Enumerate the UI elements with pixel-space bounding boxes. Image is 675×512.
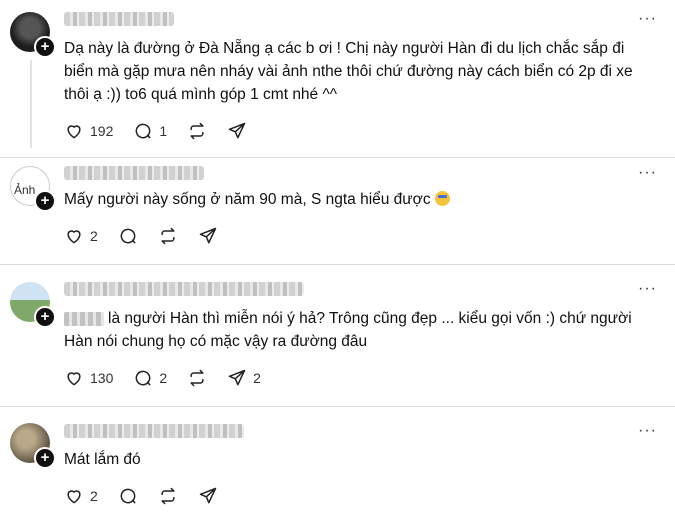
like-count: 130 bbox=[90, 370, 114, 386]
repost-button[interactable] bbox=[158, 486, 178, 506]
like-button[interactable]: 2 bbox=[64, 226, 98, 246]
share-button[interactable] bbox=[198, 226, 218, 246]
action-bar: 192 1 bbox=[64, 119, 267, 143]
action-bar: 2 bbox=[64, 484, 238, 508]
share-button[interactable] bbox=[198, 486, 218, 506]
comment-text: Mát lắm đó bbox=[64, 451, 141, 468]
comment-item: Ảnh + ··· Mấy người này sống ở năm 90 mà… bbox=[0, 158, 675, 264]
follow-plus-icon[interactable]: + bbox=[34, 190, 56, 212]
comment-text: là người Hàn thì miễn nói ý hả? Trông cũ… bbox=[64, 307, 644, 353]
repost-button[interactable] bbox=[187, 368, 207, 388]
like-count: 2 bbox=[90, 488, 98, 504]
share-count: 2 bbox=[253, 370, 261, 386]
reply-count: 1 bbox=[159, 123, 168, 139]
reply-button[interactable] bbox=[118, 486, 138, 506]
comment-item: + ··· Dạ này là đường ở Đà Nẵng ạ các b … bbox=[0, 0, 675, 160]
heart-icon bbox=[67, 125, 81, 139]
repost-icon bbox=[190, 369, 204, 387]
comment-item: + ··· là người Hàn thì miễn nói ý hả? Tr… bbox=[0, 265, 675, 405]
comment-icon bbox=[135, 123, 151, 139]
comment-icon bbox=[120, 228, 136, 244]
like-button[interactable]: 192 bbox=[64, 121, 113, 141]
repost-button[interactable] bbox=[187, 121, 207, 141]
follow-plus-icon[interactable]: + bbox=[34, 36, 56, 58]
repost-icon bbox=[161, 487, 175, 505]
repost-icon bbox=[190, 122, 204, 140]
username-blurred[interactable] bbox=[64, 282, 304, 296]
comment-icon bbox=[120, 488, 136, 504]
reply-button[interactable]: 1 bbox=[133, 121, 167, 141]
avatar-alt-text: Ảnh bbox=[14, 183, 36, 197]
more-options-icon[interactable]: ··· bbox=[638, 10, 657, 28]
follow-plus-icon[interactable]: + bbox=[34, 306, 56, 328]
comment-item: + ··· Mát lắm đó 2 bbox=[0, 407, 675, 512]
like-count: 192 bbox=[90, 123, 114, 139]
send-icon bbox=[228, 369, 246, 386]
comment-text: Dạ này là đường ở Đà Nẵng ạ các b ơi ! C… bbox=[64, 40, 633, 103]
send-icon bbox=[199, 227, 217, 244]
username-blurred[interactable] bbox=[64, 12, 174, 26]
comment-text-content: Mấy người này sống ở năm 90 mà, S ngta h… bbox=[64, 191, 431, 208]
heart-icon bbox=[67, 230, 81, 244]
comment-thread: + ··· Dạ này là đường ở Đà Nẵng ạ các b … bbox=[0, 0, 675, 512]
reply-count: 2 bbox=[159, 370, 168, 386]
heart-icon bbox=[67, 372, 81, 386]
thread-line bbox=[30, 60, 32, 148]
like-button[interactable]: 130 bbox=[64, 368, 113, 388]
emoji-icon bbox=[434, 191, 450, 206]
send-icon bbox=[199, 487, 217, 504]
username-blurred[interactable] bbox=[64, 166, 204, 180]
heart-icon bbox=[67, 490, 81, 504]
comment-text-content: là người Hàn thì miễn nói ý hả? Trông cũ… bbox=[64, 310, 632, 350]
share-button[interactable] bbox=[227, 121, 247, 141]
reply-button[interactable]: 2 bbox=[133, 368, 167, 388]
comment-text: Mấy người này sống ở năm 90 mà, S ngta h… bbox=[64, 188, 644, 211]
share-button[interactable]: 2 bbox=[227, 368, 261, 388]
action-bar: 2 bbox=[64, 224, 238, 248]
like-button[interactable]: 2 bbox=[64, 486, 98, 506]
comment-icon bbox=[135, 370, 151, 386]
blurred-mention bbox=[64, 311, 104, 326]
username-blurred[interactable] bbox=[64, 424, 244, 438]
reply-button[interactable] bbox=[118, 226, 138, 246]
follow-plus-icon[interactable]: + bbox=[34, 447, 56, 469]
more-options-icon[interactable]: ··· bbox=[638, 164, 657, 182]
action-bar: 130 2 2 bbox=[64, 366, 281, 390]
repost-button[interactable] bbox=[158, 226, 178, 246]
more-options-icon[interactable]: ··· bbox=[638, 280, 657, 298]
send-icon bbox=[228, 122, 246, 139]
repost-icon bbox=[161, 227, 175, 245]
more-options-icon[interactable]: ··· bbox=[638, 422, 657, 440]
like-count: 2 bbox=[90, 228, 98, 244]
